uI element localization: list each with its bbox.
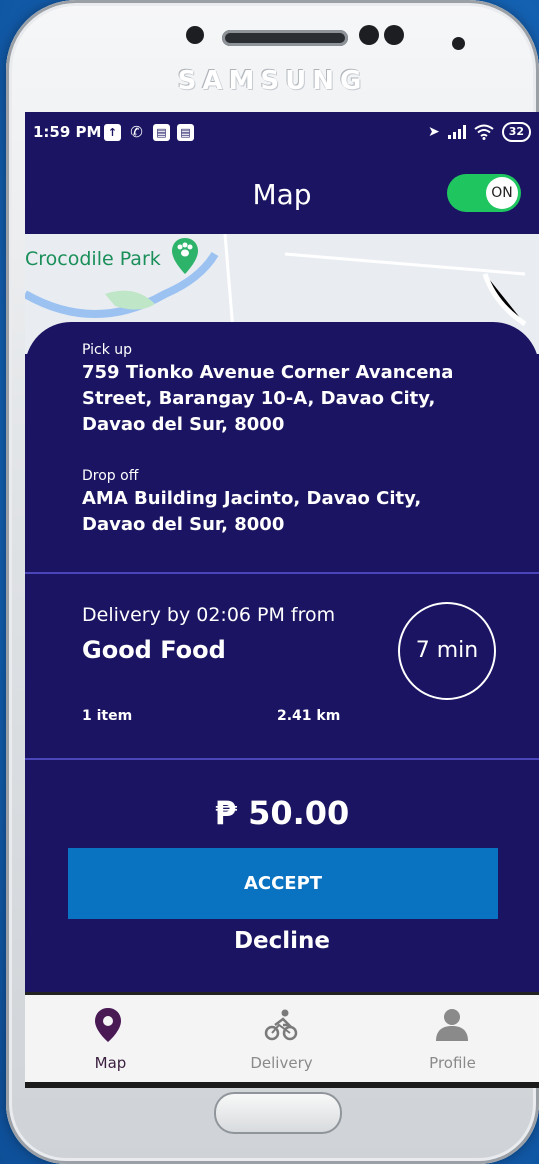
divider xyxy=(25,758,539,760)
upload-icon: ↑ xyxy=(104,124,121,141)
eta-badge: 7 min xyxy=(398,602,496,700)
whatsapp-icon: ✆ xyxy=(130,123,143,141)
distance: 2.41 km xyxy=(277,708,341,724)
nav-item-map[interactable]: Map xyxy=(25,995,196,1082)
delivery-fee: ₱ 50.00 xyxy=(214,794,350,832)
light-sensor xyxy=(452,37,465,50)
dropoff-label: Drop off xyxy=(82,468,139,484)
accept-button[interactable]: ACCEPT xyxy=(68,848,498,919)
signal-icon xyxy=(447,125,466,139)
bike-icon xyxy=(264,1009,298,1041)
battery-indicator: 32 xyxy=(501,122,531,142)
delivery-time-text: Delivery by 02:06 PM from xyxy=(82,604,336,626)
front-camera xyxy=(359,25,379,45)
nav-label-map: Map xyxy=(94,1054,127,1072)
user-icon xyxy=(436,1009,468,1041)
home-button[interactable] xyxy=(214,1092,342,1134)
online-toggle[interactable]: ON xyxy=(447,174,521,212)
bottom-navigation: Map Delivery Profile xyxy=(25,992,539,1082)
nav-label-delivery: Delivery xyxy=(250,1054,313,1072)
dropoff-address: AMA Building Jacinto, Davao City, Davao … xyxy=(82,488,422,535)
proximity-sensor xyxy=(186,26,204,44)
nav-label-profile: Profile xyxy=(429,1054,476,1072)
decline-button[interactable]: Decline xyxy=(25,928,539,954)
order-card: Pick up 759 Tionko Avenue Corner Avancen… xyxy=(25,322,539,1082)
pickup-label: Pick up xyxy=(82,342,133,358)
restaurant-name: Good Food xyxy=(82,636,226,664)
item-count: 1 item xyxy=(82,708,133,724)
nav-item-delivery[interactable]: Delivery xyxy=(196,995,367,1082)
earpiece-speaker xyxy=(222,30,348,46)
device-brand: SAMSUNG xyxy=(177,66,368,96)
wifi-icon xyxy=(474,124,494,140)
map-pin-icon xyxy=(95,1008,121,1042)
status-right: ➤ 32 xyxy=(428,121,531,143)
app-header: Map ON xyxy=(25,154,539,234)
app-icon: ▤ xyxy=(153,124,170,141)
app-screen: 1:59 PM ↑ ✆ ▤ ▤ ➤ 32 Map ON Crocodile Pa… xyxy=(25,112,539,1082)
toggle-label: ON xyxy=(486,177,518,209)
app-icon: ▤ xyxy=(177,124,194,141)
paw-pin-icon[interactable] xyxy=(170,236,200,276)
pickup-address: 759 Tionko Avenue Corner Avancena Street… xyxy=(82,362,454,435)
screen-bottom-edge xyxy=(25,1082,539,1088)
status-bar: 1:59 PM ↑ ✆ ▤ ▤ ➤ 32 xyxy=(25,112,539,154)
status-time: 1:59 PM xyxy=(33,123,102,141)
front-sensor xyxy=(384,25,404,45)
divider xyxy=(25,572,539,574)
location-arrow-icon: ➤ xyxy=(427,124,440,140)
map-poi-label: Crocodile Park xyxy=(25,248,161,270)
nav-item-profile[interactable]: Profile xyxy=(367,995,538,1082)
